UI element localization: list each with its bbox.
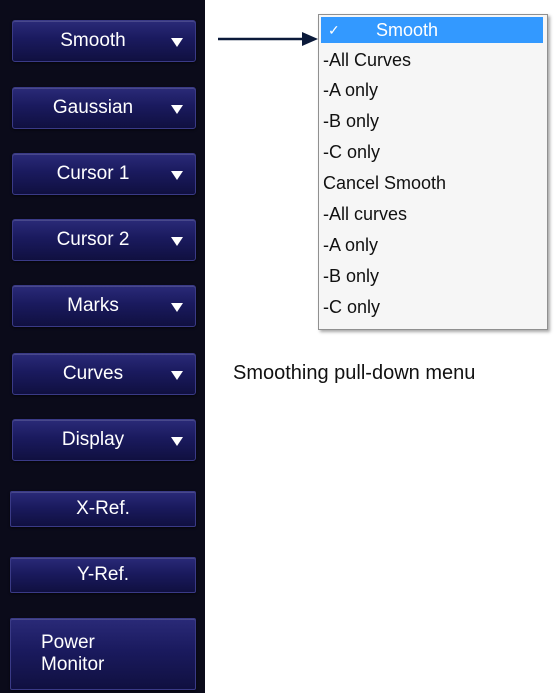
display-dropdown-button[interactable]: Display [12, 419, 196, 461]
menu-item-cancel-b-only[interactable]: -B only [323, 263, 379, 289]
button-label-line-1: Power [41, 632, 95, 653]
gaussian-dropdown-button[interactable]: Gaussian [12, 87, 196, 129]
menu-item-a-only[interactable]: -A only [323, 77, 378, 103]
control-panel: Smooth Gaussian Cursor 1 Cursor 2 Marks … [0, 0, 205, 693]
menu-item-label: Smooth [376, 20, 439, 40]
chevron-down-icon [171, 38, 183, 47]
button-label: Curves [62, 363, 124, 384]
button-label: Cursor 2 [56, 229, 130, 250]
menu-item-b-only[interactable]: -B only [323, 108, 379, 134]
power-monitor-button[interactable]: Power Monitor [10, 618, 196, 690]
cursor-2-dropdown-button[interactable]: Cursor 2 [12, 219, 196, 261]
cursor-1-dropdown-button[interactable]: Cursor 1 [12, 153, 196, 195]
menu-item-all-curves[interactable]: -All Curves [323, 47, 411, 73]
menu-item-smooth[interactable]: ✓ Smooth [321, 17, 543, 43]
button-label: Display [61, 429, 125, 450]
pointer-arrow-icon [218, 32, 318, 46]
chevron-down-icon [171, 303, 183, 312]
y-ref-button[interactable]: Y-Ref. [10, 557, 196, 593]
chevron-down-icon [171, 105, 183, 114]
button-label: X-Ref. [76, 498, 130, 519]
chevron-down-icon [171, 237, 183, 246]
button-label: Y-Ref. [76, 564, 130, 585]
menu-item-cancel-a-only[interactable]: -A only [323, 232, 378, 258]
button-label: Smooth [60, 30, 126, 51]
marks-dropdown-button[interactable]: Marks [12, 285, 196, 327]
chevron-down-icon [171, 437, 183, 446]
figure-caption: Smoothing pull-down menu [233, 362, 476, 384]
chevron-down-icon [171, 371, 183, 380]
menu-item-c-only[interactable]: -C only [323, 139, 380, 165]
smooth-pulldown-menu: ✓ Smooth -All Curves -A only -B only -C … [318, 14, 548, 330]
menu-item-cancel-all-curves[interactable]: -All curves [323, 201, 407, 227]
smooth-dropdown-button[interactable]: Smooth [12, 20, 196, 62]
button-label-line-2: Monitor [41, 654, 105, 675]
menu-item-cancel-smooth[interactable]: Cancel Smooth [323, 170, 446, 196]
menu-item-cancel-c-only[interactable]: -C only [323, 294, 380, 320]
x-ref-button[interactable]: X-Ref. [10, 491, 196, 527]
curves-dropdown-button[interactable]: Curves [12, 353, 196, 395]
button-label: Gaussian [52, 97, 134, 118]
check-icon: ✓ [328, 22, 340, 38]
button-label: Marks [67, 295, 119, 316]
button-label: Cursor 1 [56, 163, 130, 184]
button-label: Power Monitor [11, 619, 195, 689]
chevron-down-icon [171, 171, 183, 180]
